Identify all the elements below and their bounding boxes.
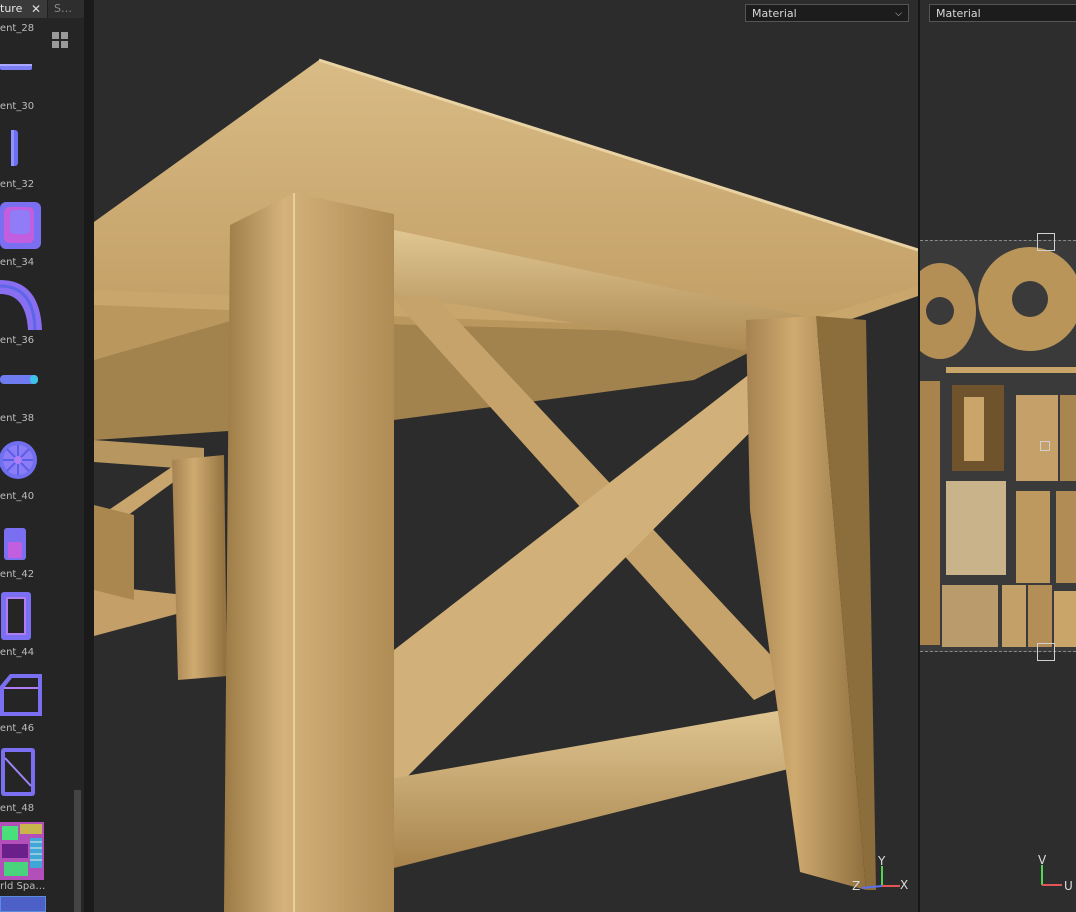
table-3d-model xyxy=(94,58,918,912)
front-leg xyxy=(224,193,394,912)
shelf-item-label: vent_48 xyxy=(0,803,35,814)
shelf-item-vent-32[interactable]: vent_32 xyxy=(0,128,48,190)
shelf-item-label: vent_46 xyxy=(0,723,35,734)
chevron-down-icon: ⌵ xyxy=(895,9,902,19)
shelf-item-vent-48[interactable]: vent_48 xyxy=(0,746,48,818)
dropdown-value: Material xyxy=(936,7,981,20)
shelf-item-label: vent_28 xyxy=(0,23,35,34)
uv-bounds-handle-top[interactable] xyxy=(1037,233,1055,251)
rounded-square-thumbnail xyxy=(0,202,41,249)
viewport-2d[interactable]: Material xyxy=(920,0,1076,912)
fan-wheel-thumbnail xyxy=(0,441,37,479)
axis-gizmo-3d: Y Z X xyxy=(848,852,912,900)
shelf-item-vent-28[interactable]: vent_28 xyxy=(0,22,48,42)
uv-channel-dropdown[interactable]: Material xyxy=(929,4,1076,22)
shelf-item-label: vent_34 xyxy=(0,257,35,268)
shelf-item-label: vent_38 xyxy=(0,413,35,424)
small-block-thumbnail xyxy=(4,528,26,560)
shelf-item-next-partial[interactable] xyxy=(0,896,46,912)
uv-texture-area xyxy=(920,233,1076,661)
diagonal-panel-thumbnail xyxy=(1,748,35,796)
shelf-item-label: vent_32 xyxy=(0,179,35,190)
far-leg xyxy=(172,455,227,680)
shelf-item-label: orld Spa… xyxy=(0,881,46,892)
viewport-channel-dropdown[interactable]: Material ⌵ xyxy=(745,4,909,22)
shelf-item-label: vent_42 xyxy=(0,569,35,580)
tab-secondary[interactable]: S… xyxy=(48,0,84,18)
uv-bounds-handle-bottom[interactable] xyxy=(1037,643,1055,661)
shelf-item-label: vent_44 xyxy=(0,647,35,658)
panel-splitter[interactable] xyxy=(84,0,94,912)
shelf-item-vent-44[interactable]: vent_44 xyxy=(0,590,48,662)
shelf-item-vent-36[interactable]: vent_36 xyxy=(0,276,48,348)
shelf-item-label: vent_40 xyxy=(0,491,35,502)
shelf-scrollbar[interactable] xyxy=(74,790,81,912)
uv-bounds-handle-center[interactable] xyxy=(1040,441,1050,451)
axis-label-u: U xyxy=(1064,879,1073,893)
shelf-item-label: vent_30 xyxy=(0,101,35,112)
uv-islands-texture xyxy=(920,247,1076,647)
shelf-item-vent-30[interactable]: vent_30 xyxy=(0,52,48,114)
bottom-rail xyxy=(394,708,824,868)
far-panel xyxy=(94,505,134,600)
tab-secondary-label: S… xyxy=(54,2,72,15)
shelf-item-world-space-normal[interactable]: orld Spa… xyxy=(0,822,48,894)
vertical-bar-thumbnail xyxy=(11,130,18,166)
viewport-3d[interactable]: Material ⌵ Y Z X xyxy=(94,0,918,912)
shelf-item-vent-34[interactable]: vent_34 xyxy=(0,200,48,272)
axis-label-x: X xyxy=(900,878,909,892)
frame-rect-thumbnail xyxy=(1,592,31,640)
axis-gizmo-uv: V U xyxy=(1036,853,1076,897)
shelf-item-label: vent_36 xyxy=(0,335,35,346)
shelf-item-vent-40[interactable]: vent_40 xyxy=(0,436,48,508)
tab-texture[interactable]: ture ✕ xyxy=(0,0,47,18)
dropdown-value: Material xyxy=(752,7,797,20)
axis-label-z: Z xyxy=(852,879,861,893)
texture-shelf-panel: ture ✕ S… vent_28 vent_30 vent_32 xyxy=(0,0,84,912)
tab-texture-label: ture xyxy=(0,2,23,15)
horizontal-bar-thumbnail xyxy=(0,64,32,70)
axis-label-y: Y xyxy=(878,854,886,868)
shelf-tab-bar: ture ✕ S… xyxy=(0,0,84,18)
curved-pipe-thumbnail xyxy=(0,280,42,331)
shelf-item-vent-42[interactable]: vent_42 xyxy=(0,522,48,584)
close-icon[interactable]: ✕ xyxy=(31,0,41,18)
beveled-box-thumbnail xyxy=(0,674,42,716)
world-space-normal-thumbnail xyxy=(0,822,44,880)
shelf-item-vent-46[interactable]: vent_46 xyxy=(0,670,48,742)
grid-view-icon[interactable] xyxy=(51,31,69,49)
shelf-item-vent-38[interactable]: vent_38 xyxy=(0,366,48,428)
horizontal-pill-thumbnail xyxy=(0,375,38,384)
axis-label-v: V xyxy=(1038,853,1047,867)
